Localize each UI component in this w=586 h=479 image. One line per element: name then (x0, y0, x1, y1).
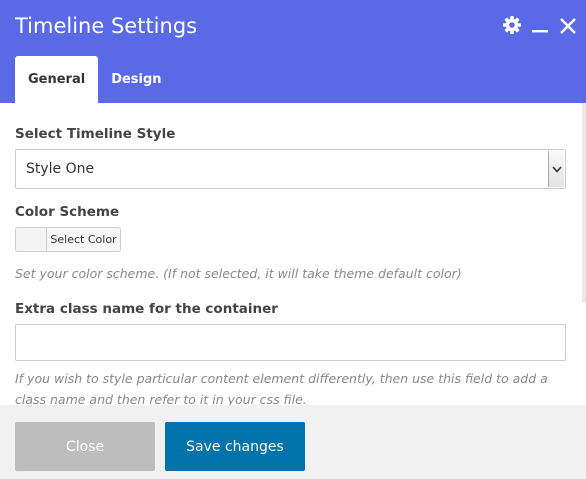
header-actions (502, 14, 578, 36)
tab-bar: General Design (15, 56, 175, 103)
extra-class-help-text: If you wish to style particular content … (15, 371, 548, 405)
dialog-title: Timeline Settings (15, 14, 198, 38)
timeline-settings-dialog: Timeline Settings General Design Select … (0, 0, 586, 479)
color-scheme-label: Color Scheme (15, 204, 120, 220)
scrollbar[interactable] (582, 103, 586, 303)
select-color-label: Select Color (50, 233, 117, 246)
save-changes-button[interactable]: Save changes (165, 422, 305, 471)
dialog-body: Select Timeline Style Style One Color Sc… (0, 103, 586, 405)
extra-class-input[interactable] (15, 324, 566, 361)
gear-icon[interactable] (502, 14, 522, 36)
tab-general[interactable]: General (15, 56, 99, 103)
timeline-style-label: Select Timeline Style (15, 126, 176, 142)
minimize-icon[interactable] (530, 14, 550, 36)
color-swatch (16, 228, 47, 251)
timeline-style-value: Style One (26, 161, 95, 177)
timeline-style-select[interactable]: Style One (15, 149, 566, 189)
dialog-footer: Close Save changes (0, 405, 586, 479)
select-color-button[interactable]: Select Color (15, 227, 121, 252)
dialog-header: Timeline Settings General Design (0, 0, 586, 103)
tab-design[interactable]: Design (98, 56, 174, 103)
close-icon[interactable] (558, 14, 578, 36)
extra-class-label: Extra class name for the container (15, 301, 278, 317)
close-button[interactable]: Close (15, 422, 155, 471)
chevron-down-icon[interactable] (548, 151, 564, 187)
color-help-text: Set your color scheme. (If not selected,… (15, 266, 462, 281)
